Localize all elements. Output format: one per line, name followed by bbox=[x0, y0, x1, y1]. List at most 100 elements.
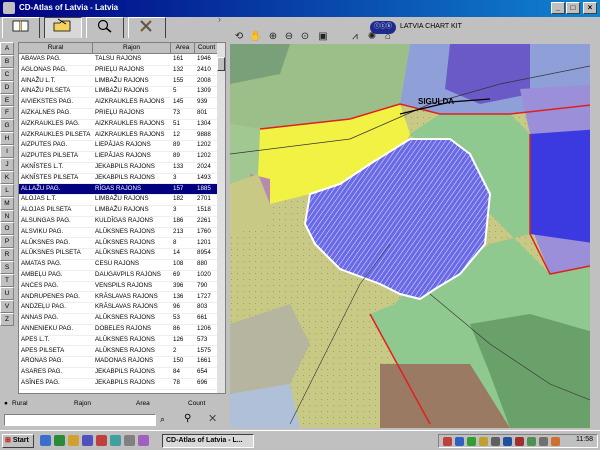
letter-index-button[interactable]: M bbox=[0, 196, 14, 210]
start-button[interactable]: ⊞ Start bbox=[2, 434, 34, 448]
zoom-in-icon[interactable]: ⊕ bbox=[266, 30, 280, 44]
explorer-icon[interactable] bbox=[54, 435, 65, 446]
letter-index-button[interactable]: J bbox=[0, 158, 14, 171]
letter-index-button[interactable]: N bbox=[0, 209, 14, 223]
table-row[interactable]: APES L.T. ALŪKSNES RAJONS 126 573 bbox=[19, 335, 219, 347]
letter-index-button[interactable]: T bbox=[0, 274, 14, 287]
table-row[interactable]: AMATAS PAG. CESU RAJONS 108 880 bbox=[19, 259, 219, 271]
column-header-rajon[interactable]: Rajon bbox=[93, 43, 171, 54]
letter-index-button[interactable]: S bbox=[0, 261, 14, 275]
chevron-right-icon[interactable]: › bbox=[218, 14, 221, 24]
letter-index-button[interactable]: V bbox=[0, 299, 14, 313]
tray-icon[interactable] bbox=[515, 437, 524, 446]
tray-icon[interactable] bbox=[527, 437, 536, 446]
table-row[interactable]: ALLAŽU PAG. RĪGAS RAJONS 157 1885 bbox=[19, 183, 219, 196]
option-rajon[interactable]: Rajon bbox=[74, 400, 91, 407]
table-row[interactable]: AINAŽU L.T. LIMBAŽU RAJONS 155 2008 bbox=[19, 76, 219, 88]
letter-index-button[interactable]: D bbox=[0, 80, 14, 94]
tools-icon[interactable] bbox=[128, 17, 166, 39]
option-area[interactable]: Area bbox=[136, 400, 150, 407]
zoom-out-icon[interactable]: ⊖ bbox=[282, 30, 296, 44]
letter-index-button[interactable]: K bbox=[0, 170, 14, 184]
option-count[interactable]: Count bbox=[188, 400, 205, 407]
maximize-button[interactable]: □ bbox=[566, 2, 580, 14]
home-icon[interactable]: ⌂ bbox=[381, 30, 395, 44]
column-header-rural[interactable]: Rural bbox=[19, 43, 93, 54]
table-row[interactable]: AIZKALNES PAG. PRIEĻU RAJONS 73 801 bbox=[19, 108, 219, 120]
close-button[interactable]: × bbox=[583, 2, 597, 14]
scroll-thumb[interactable] bbox=[217, 57, 225, 71]
clear-icon[interactable]: ✕ bbox=[208, 412, 217, 425]
tray-icon[interactable] bbox=[467, 437, 476, 446]
table-row[interactable]: AIZPUTES PAG. LIEPĀJAS RAJONS 89 1202 bbox=[19, 140, 219, 152]
tray-icon[interactable] bbox=[539, 437, 548, 446]
letter-index-button[interactable]: G bbox=[0, 119, 14, 133]
table-row[interactable]: AINAŽU PILSETA LIMBAŽU RAJONS 5 1309 bbox=[19, 86, 219, 98]
table-row[interactable]: APES PILSETA ALŪKSNES RAJONS 2 1575 bbox=[19, 346, 219, 358]
app-icon[interactable] bbox=[124, 435, 135, 446]
browser-icon[interactable] bbox=[40, 435, 51, 446]
table-row[interactable]: ABAVAS PAG. TALSU RAJONS 161 1946 bbox=[19, 54, 219, 66]
map-view[interactable]: SIGULDA bbox=[230, 44, 600, 428]
zoom-icon[interactable]: ⊙ bbox=[298, 30, 312, 44]
search-input[interactable] bbox=[4, 414, 156, 426]
hand-icon[interactable]: ✋ bbox=[249, 30, 263, 44]
mail-icon[interactable] bbox=[82, 435, 93, 446]
tray-icon[interactable] bbox=[479, 437, 488, 446]
taskbar-app-button[interactable]: CD-Atlas of Latvia - L... bbox=[162, 434, 254, 448]
column-header-count[interactable]: Count bbox=[195, 43, 219, 54]
settings-icon[interactable]: ✺ bbox=[365, 30, 379, 44]
compass-icon[interactable]: ⩘ bbox=[348, 30, 362, 44]
app-icon[interactable] bbox=[96, 435, 107, 446]
table-row[interactable]: ANDRUPENES PAG. KRĀSLAVAS RAJONS 136 1727 bbox=[19, 292, 219, 304]
table-row[interactable]: ALSVIKU PAG. ALŪKSNES RAJONS 213 1760 bbox=[19, 227, 219, 239]
table-row[interactable]: AKNĪSTES L.T. JEKABPILS RAJONS 133 2024 bbox=[19, 162, 219, 174]
table-scrollbar[interactable] bbox=[217, 43, 225, 393]
letter-index-button[interactable]: P bbox=[0, 235, 14, 249]
table-row[interactable]: AIZKRAUKLES PILSETA AIZKRAUKLES RAJONS 12 9… bbox=[19, 130, 219, 142]
letter-index-button[interactable]: A bbox=[0, 42, 14, 55]
table-row[interactable]: ALŪKSNES PAG. ALŪKSNES RAJONS 8 1201 bbox=[19, 238, 219, 250]
app-icon[interactable] bbox=[138, 435, 149, 446]
column-header-area[interactable]: Area bbox=[171, 43, 195, 54]
find-icon[interactable]: ⚲ bbox=[184, 413, 191, 424]
table-row[interactable]: ALOJAS PILSETA LIMBAŽU RAJONS 3 1518 bbox=[19, 205, 219, 217]
letter-index-button[interactable]: O bbox=[0, 222, 14, 236]
letter-index-button[interactable]: B bbox=[0, 54, 14, 68]
letter-index-button[interactable]: E bbox=[0, 93, 14, 107]
table-row[interactable]: ASARES PAG. JEKABPILS RAJONS 84 654 bbox=[19, 367, 219, 379]
table-row[interactable]: ASĪNES PAG. JEKABPILS RAJONS 78 696 bbox=[19, 378, 219, 390]
folder-icon[interactable] bbox=[68, 435, 79, 446]
letter-index-button[interactable]: F bbox=[0, 106, 14, 120]
table-row[interactable]: ANNENIEKU PAG. DOBELES RAJONS 86 1206 bbox=[19, 324, 219, 336]
letter-index-button[interactable]: H bbox=[0, 132, 14, 146]
table-row[interactable]: ANCES PAG. VENSPILS RAJONS 396 790 bbox=[19, 281, 219, 293]
book-icon[interactable] bbox=[2, 17, 40, 39]
table-row[interactable]: AIZKRAUKLES PAG. AIZKRAUKLES RAJONS 51 1304 bbox=[19, 119, 219, 131]
option-rural[interactable]: Rural bbox=[12, 400, 28, 407]
letter-index-button[interactable]: R bbox=[0, 248, 14, 262]
tray-icon[interactable] bbox=[503, 437, 512, 446]
letter-index-button[interactable]: C bbox=[0, 67, 14, 81]
table-row[interactable]: AKNĪSTES PILSETA JEKABPILS RAJONS 3 1493 bbox=[19, 173, 219, 185]
map-canvas[interactable]: SIGULDA bbox=[230, 44, 600, 428]
rotate-icon[interactable]: ⟲ bbox=[232, 30, 246, 44]
tray-icon[interactable] bbox=[551, 437, 560, 446]
tray-icon[interactable] bbox=[491, 437, 500, 446]
table-row[interactable]: AMBEĻU PAG. DAUGAVPILS RAJONS 69 1020 bbox=[19, 270, 219, 282]
search-icon[interactable]: ⌕ bbox=[160, 414, 165, 425]
table-row[interactable]: ANNAS PAG. ALŪKSNES RAJONS 53 661 bbox=[19, 313, 219, 325]
tray-icon[interactable] bbox=[443, 437, 452, 446]
letter-index-button[interactable]: U bbox=[0, 286, 14, 300]
layers-icon[interactable]: ▣ bbox=[316, 30, 330, 44]
folder-icon[interactable] bbox=[44, 17, 82, 39]
letter-index-button[interactable]: L bbox=[0, 183, 14, 197]
map-scrollbar[interactable] bbox=[590, 44, 600, 428]
table-row[interactable]: ARONAS PAG. MADONAS RAJONS 150 1661 bbox=[19, 356, 219, 368]
table-row[interactable]: AIZPUTES PILSETA LIEPĀJAS RAJONS 89 1202 bbox=[19, 151, 219, 163]
letter-index-button[interactable]: I bbox=[0, 145, 14, 159]
table-row[interactable]: ANDZEĻU PAG. KRĀSLAVAS RAJONS 96 803 bbox=[19, 302, 219, 314]
letter-index-button[interactable]: Z bbox=[0, 312, 14, 326]
search-icon[interactable] bbox=[86, 17, 124, 39]
table-row[interactable]: ALSUNGAS PAG. KULDĪGAS RAJONS 186 2261 bbox=[19, 216, 219, 228]
